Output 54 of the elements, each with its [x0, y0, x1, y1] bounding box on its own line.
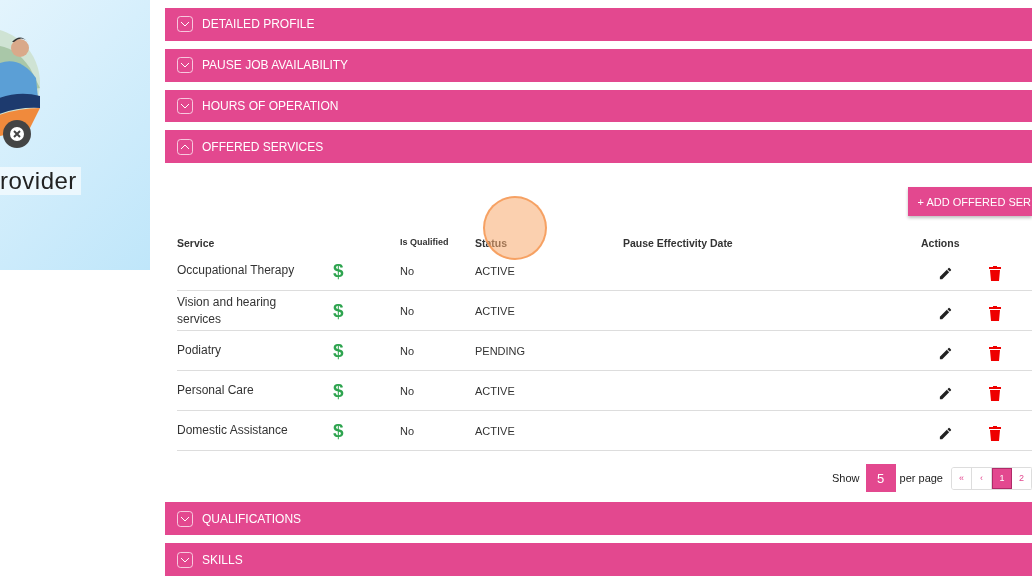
delete-icon[interactable] [989, 306, 1001, 321]
table-cell: No [400, 384, 415, 397]
page-button[interactable]: 1 [992, 467, 1012, 489]
table-cell: Occupational Therapy [177, 262, 295, 279]
table-cell: ACTIVE [475, 304, 515, 317]
delete-icon[interactable] [989, 266, 1001, 281]
accordion-header[interactable]: QUALIFICATIONS [165, 502, 1032, 536]
accordion-header[interactable]: PAUSE JOB AVAILABILITY [165, 48, 1032, 82]
dollar-icon: $ [333, 299, 344, 322]
accordion-header[interactable]: DETAILED PROFILE [165, 8, 1032, 41]
chevron-down-icon [177, 551, 193, 568]
show-label: Show [832, 472, 860, 484]
table-cell: ACTIVE [475, 264, 515, 277]
edit-icon[interactable] [938, 426, 953, 441]
close-icon[interactable] [3, 120, 31, 148]
page-size-select[interactable]: 5 [865, 464, 896, 492]
accordion-header[interactable]: OFFERED SERVICES [165, 130, 1032, 163]
column-header: Is Qualified [400, 237, 450, 249]
chevron-down-icon [177, 97, 193, 114]
table-cell: No [400, 424, 415, 437]
delete-icon[interactable] [989, 386, 1001, 401]
table-cell-text: Vision and hearing services [177, 293, 278, 328]
table-cell: PENDING [475, 344, 526, 357]
dollar-icon: $ [333, 259, 344, 282]
profile-name: rovider [0, 167, 81, 195]
chevron-down-icon [177, 510, 193, 527]
delete-icon[interactable] [989, 346, 1001, 361]
edit-icon[interactable] [938, 386, 953, 401]
chevron-down-icon [177, 57, 193, 74]
column-header: Service [177, 237, 216, 251]
table-cell: Domestic Assistance [177, 422, 288, 439]
chevron-down-icon [177, 16, 193, 33]
edit-icon[interactable] [938, 346, 953, 361]
table-cell: Podiatry [177, 342, 222, 359]
column-header: Actions [921, 237, 961, 251]
add-service-button[interactable]: + ADD OFFERED SER [907, 187, 1032, 216]
accordion-header[interactable]: SKILLS [165, 543, 1032, 576]
dollar-icon: $ [333, 419, 344, 442]
chevron-up-icon [177, 138, 193, 155]
accordion-header[interactable]: HOURS OF OPERATION [165, 89, 1032, 123]
dollar-icon: $ [333, 379, 344, 402]
table-cell: No [400, 264, 415, 277]
column-header: Pause Effectivity Date [623, 237, 734, 251]
per-page-label: per page [899, 472, 943, 484]
page-button[interactable]: « [952, 467, 972, 489]
table-cell: ACTIVE [475, 424, 515, 437]
edit-icon[interactable] [938, 266, 953, 281]
table-cell: No [400, 304, 415, 317]
table-cell: ACTIVE [475, 384, 515, 397]
edit-icon[interactable] [938, 306, 953, 321]
table-cell: Personal Care [177, 382, 254, 399]
table-cell: No [400, 344, 415, 357]
dollar-icon: $ [333, 339, 344, 362]
delete-icon[interactable] [989, 426, 1001, 441]
